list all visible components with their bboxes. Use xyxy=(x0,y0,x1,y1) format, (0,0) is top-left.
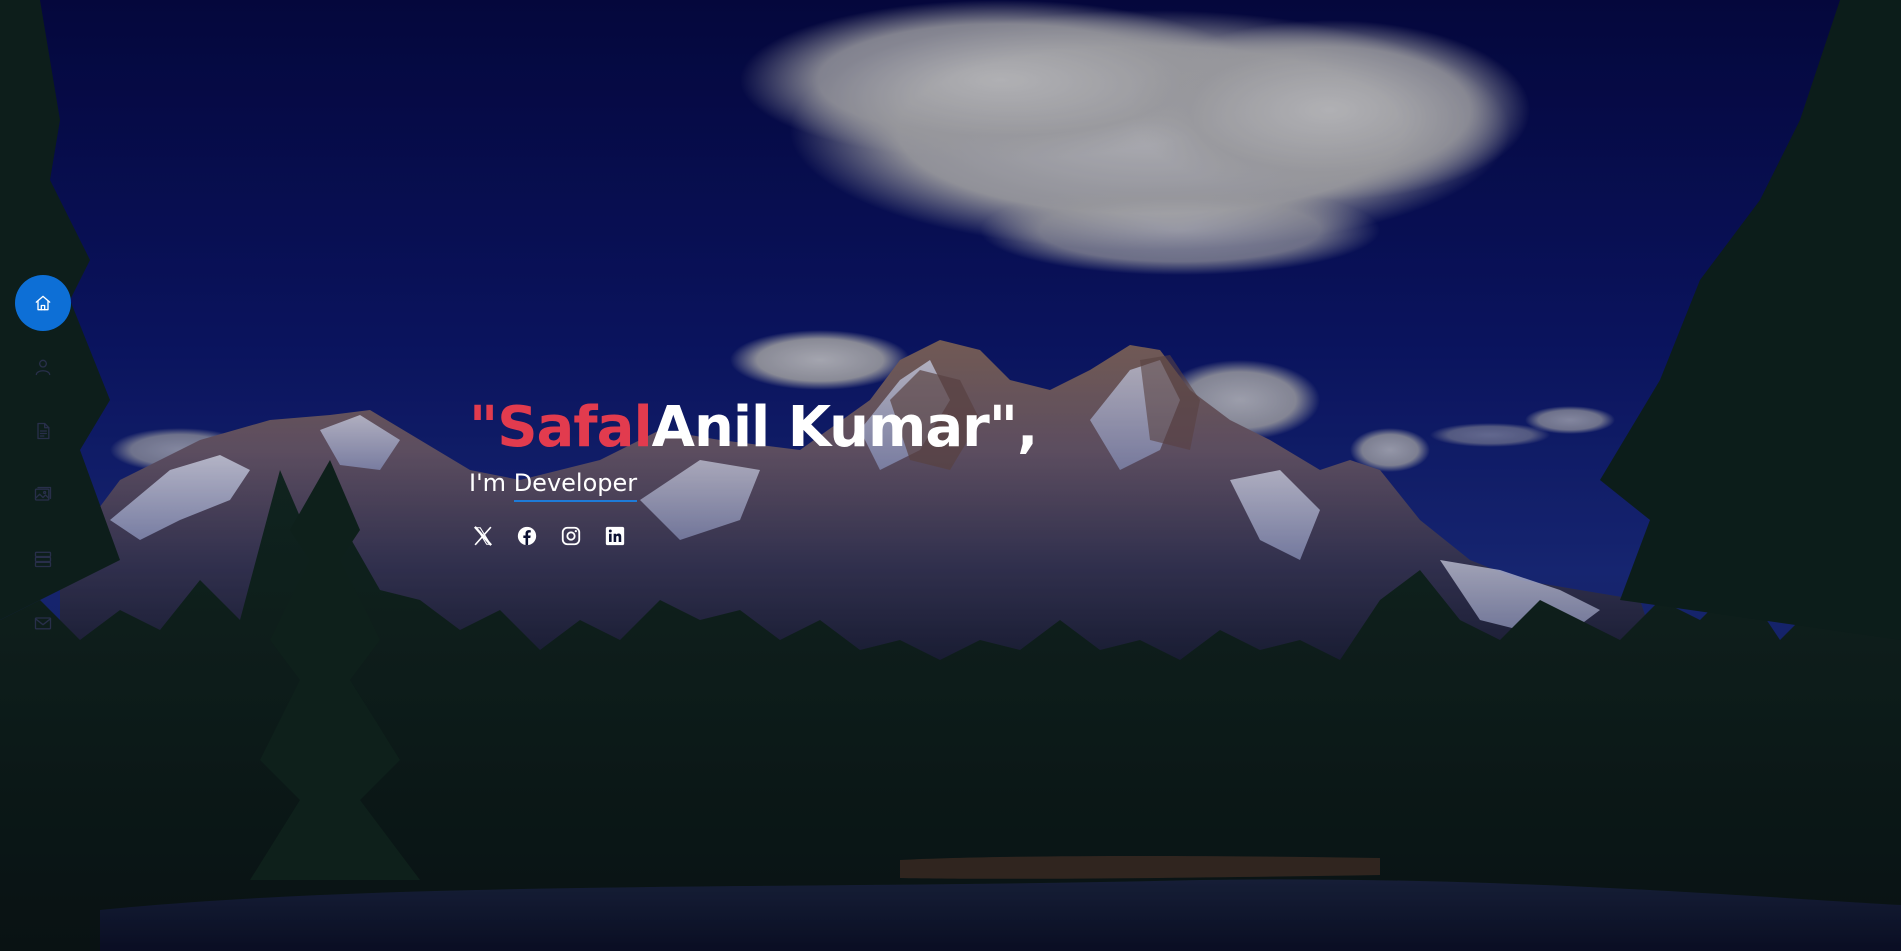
hero-subtitle-prefix: I'm xyxy=(469,469,507,497)
hero-title: "SafalAnil Kumar", xyxy=(469,392,1039,464)
facebook-link[interactable] xyxy=(513,522,541,550)
hero-title-first-name: Safal xyxy=(497,395,652,460)
nav-item-services[interactable] xyxy=(15,531,71,587)
linkedin-link[interactable] xyxy=(601,522,629,550)
facebook-icon xyxy=(517,526,537,546)
instagram-link[interactable] xyxy=(557,522,585,550)
server-icon xyxy=(34,551,52,568)
hero-content: "SafalAnil Kumar", I'm Developer xyxy=(469,392,1039,550)
person-icon xyxy=(35,359,51,376)
nav-item-resume[interactable] xyxy=(15,403,71,459)
x-twitter-icon xyxy=(473,526,493,546)
social-links xyxy=(469,522,1037,550)
hero-title-quote: " xyxy=(469,395,498,460)
nav-item-portfolio[interactable] xyxy=(15,467,71,523)
twitter-link[interactable] xyxy=(469,522,497,550)
hero-section: "SafalAnil Kumar", I'm Developer xyxy=(0,0,1901,951)
nav-item-about[interactable] xyxy=(15,339,71,395)
side-navigation xyxy=(15,275,71,659)
images-icon xyxy=(34,486,52,501)
instagram-icon xyxy=(561,526,581,546)
hero-subtitle: I'm Developer xyxy=(469,466,1037,502)
house-icon xyxy=(35,295,51,311)
envelope-icon xyxy=(34,617,52,630)
typed-role-text: Developer xyxy=(513,466,638,502)
nav-item-home[interactable] xyxy=(15,275,71,331)
hero-title-rest: Anil Kumar", xyxy=(651,395,1039,460)
nav-item-contact[interactable] xyxy=(15,595,71,651)
linkedin-icon xyxy=(605,526,625,546)
file-text-icon xyxy=(37,422,50,440)
